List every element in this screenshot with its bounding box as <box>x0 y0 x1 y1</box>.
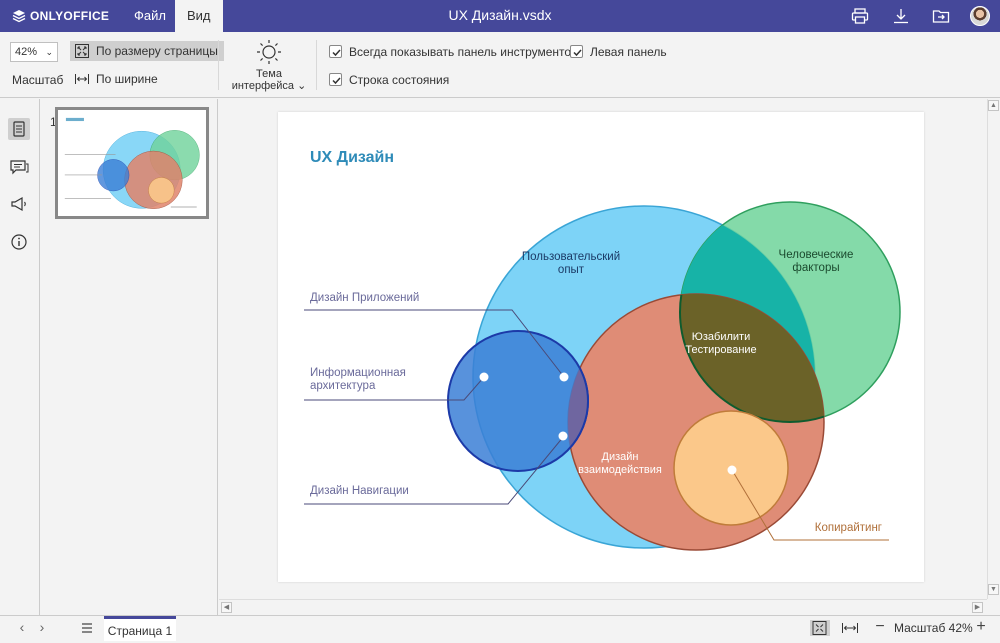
ux-venn-diagram: UX Дизайн Пользовательский опыт Человече… <box>304 149 901 551</box>
page-tab[interactable]: Страница 1 <box>104 616 176 641</box>
checkbox-box <box>329 45 342 58</box>
comments-icon[interactable] <box>8 156 30 178</box>
human-factors-label-1: Человеческие <box>779 249 854 261</box>
sun-icon <box>257 40 281 64</box>
onlyoffice-logo-icon <box>12 10 26 23</box>
left-panel-checkbox[interactable]: Левая панель <box>570 44 667 60</box>
diagram-canvas[interactable]: UX Дизайн Пользовательский опыт Человече… <box>219 99 987 599</box>
info-architecture-circle <box>447 330 589 472</box>
theme-label-line2: интерфейса <box>231 80 295 92</box>
user-experience-label-1: Пользовательский <box>522 251 620 263</box>
interface-theme-button[interactable]: Тема интерфейса ⌄ <box>226 38 312 92</box>
info-arch-label-2: архитектура <box>310 380 376 392</box>
left-panel-label: Левая панель <box>590 45 667 59</box>
theme-label-line1: Тема <box>256 68 282 80</box>
app-header: ONLYOFFICE Файл Вид UX Дизайн.vsdx <box>0 0 1000 32</box>
nav-design-dot <box>558 431 568 441</box>
brand-name: ONLYOFFICE <box>30 9 110 23</box>
interaction-label-1: Дизайн <box>602 451 639 463</box>
page-thumbnail-preview <box>59 110 205 216</box>
copywriting-label: Копирайтинг <box>815 522 882 534</box>
tab-view[interactable]: Вид <box>175 0 223 32</box>
interaction-label-2: взаимодействия <box>578 464 662 476</box>
thumbnails-panel: 1 <box>40 99 218 615</box>
fit-width-icon[interactable] <box>840 620 860 636</box>
toolbar-separator <box>218 40 219 90</box>
vertical-scrollbar[interactable]: ▲ ▼ <box>987 99 1000 599</box>
diagram-page: UX Дизайн Пользовательский опыт Человече… <box>278 112 924 582</box>
onlyoffice-logo: ONLYOFFICE <box>12 9 109 23</box>
always-show-toolbar-checkbox[interactable]: Всегда показывать панель инструментов <box>329 44 577 60</box>
scroll-left-icon[interactable]: ◀ <box>221 602 232 613</box>
status-bar: ‹ › Страница 1 − Масштаб 42% + <box>0 615 1000 641</box>
info-arch-dot <box>479 372 489 382</box>
zoom-out-button[interactable]: − <box>873 618 887 636</box>
status-bar-checkbox[interactable]: Строка состояния <box>329 72 449 88</box>
app-design-dot <box>559 372 569 382</box>
zoom-label: Масштаб <box>12 73 64 87</box>
always-show-toolbar-label: Всегда показывать панель инструментов <box>349 45 578 59</box>
left-sidebar <box>0 99 40 615</box>
zoom-select[interactable]: 42% ⌄ <box>10 42 58 62</box>
checkbox-box <box>329 73 342 86</box>
fit-to-page-label: По размеру страницы <box>96 44 218 58</box>
fit-to-width-button[interactable]: По ширине <box>70 69 164 89</box>
scroll-up-icon[interactable]: ▲ <box>988 100 999 111</box>
status-zoom-label: Масштаб 42% <box>894 621 973 635</box>
feedback-icon[interactable] <box>8 193 30 215</box>
copywriting-dot <box>727 465 737 475</box>
checkmark-icon <box>332 49 341 57</box>
page-thumbnail[interactable] <box>55 107 209 219</box>
toolbar-separator <box>316 40 317 90</box>
next-page-icon[interactable]: › <box>34 620 50 636</box>
fit-page-icon <box>75 44 89 58</box>
user-experience-label-2: опыт <box>558 264 585 276</box>
zoom-in-button[interactable]: + <box>974 618 988 636</box>
horizontal-scrollbar[interactable]: ◀ ▶ <box>219 599 987 615</box>
human-factors-label-2: факторы <box>792 262 839 274</box>
fit-to-width-label: По ширине <box>96 72 158 86</box>
fit-to-page-button[interactable]: По размеру страницы <box>70 41 224 61</box>
usability-label-1: Юзабилити <box>692 331 750 343</box>
usability-label-2: Тестирование <box>685 344 756 356</box>
nav-design-label: Дизайн Навигации <box>310 485 409 497</box>
tab-file[interactable]: Файл <box>122 0 178 32</box>
view-toolbar: 42% ⌄ Масштаб По размеру страницы По шир… <box>0 32 1000 98</box>
scroll-right-icon[interactable]: ▶ <box>972 602 983 613</box>
thumbnails-icon[interactable] <box>8 118 30 140</box>
chevron-down-icon: ⌄ <box>45 47 53 57</box>
scroll-down-icon[interactable]: ▼ <box>988 584 999 595</box>
zoom-select-value: 42% <box>15 46 38 58</box>
user-avatar[interactable] <box>970 6 990 26</box>
app-design-label: Дизайн Приложений <box>310 292 419 304</box>
open-location-icon[interactable] <box>931 6 951 26</box>
chevron-down-icon: ⌄ <box>294 80 307 92</box>
diagram-title: UX Дизайн <box>310 149 394 166</box>
pages-list-icon[interactable] <box>78 620 96 636</box>
checkmark-icon <box>332 77 341 85</box>
fit-width-icon <box>75 74 89 84</box>
previous-page-icon[interactable]: ‹ <box>14 620 30 636</box>
fit-page-icon[interactable] <box>810 620 830 636</box>
status-bar-label: Строка состояния <box>349 73 450 87</box>
about-icon[interactable] <box>8 231 30 253</box>
checkmark-icon <box>573 49 582 57</box>
print-icon[interactable] <box>850 6 870 26</box>
info-arch-label-1: Информационная <box>310 367 406 379</box>
download-icon[interactable] <box>891 6 911 26</box>
checkbox-box <box>570 45 583 58</box>
